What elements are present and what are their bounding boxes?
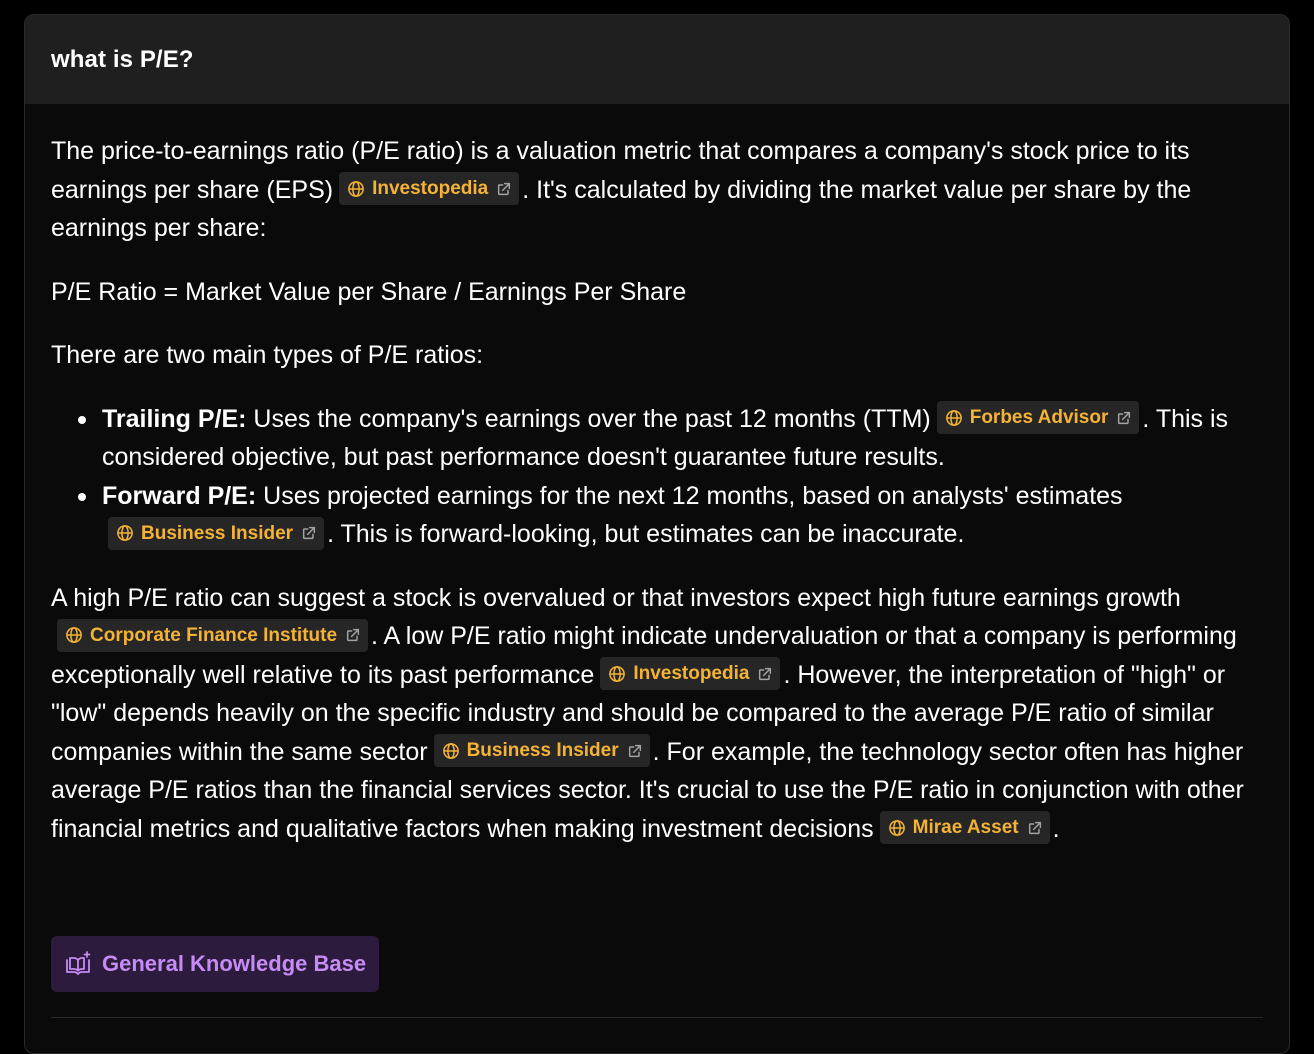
- citation-chip[interactable]: Corporate Finance Institute: [57, 618, 369, 652]
- list-item-term: Trailing P/E:: [102, 404, 247, 433]
- paragraph-text: A high P/E ratio can suggest a stock is …: [51, 583, 1181, 612]
- citation-chip[interactable]: Investopedia: [600, 657, 781, 691]
- list-item-trailing-pe: Trailing P/E: Uses the company's earning…: [78, 400, 1263, 477]
- globe-icon: [945, 410, 962, 426]
- globe-icon: [888, 820, 905, 836]
- citation-chip[interactable]: Mirae Asset: [879, 811, 1050, 845]
- citation-label: Corporate Finance Institute: [90, 624, 338, 646]
- knowledge-base-label: General Knowledge Base: [102, 951, 367, 976]
- paragraph-text: .: [1052, 814, 1060, 843]
- book-sparkle-icon: [66, 951, 91, 975]
- answer-card: what is P/E? The price-to-earnings ratio…: [24, 14, 1290, 1054]
- list-item-term: Forward P/E:: [102, 481, 257, 510]
- list-item-text: Uses the company's earnings over the pas…: [246, 404, 931, 433]
- external-link-icon: [1118, 411, 1131, 424]
- globe-icon: [117, 525, 133, 542]
- globe-icon: [348, 181, 364, 197]
- divider: [51, 1017, 1263, 1018]
- citation-chip[interactable]: Investopedia: [339, 172, 520, 206]
- globe-icon: [609, 666, 626, 682]
- citation-label: Business Insider: [141, 522, 294, 544]
- citation-chip[interactable]: Forbes Advisor: [936, 401, 1140, 435]
- types-intro: There are two main types of P/E ratios:: [51, 341, 484, 369]
- citation-chip[interactable]: Business Insider: [108, 516, 325, 550]
- globe-icon: [66, 627, 82, 644]
- citation-label: Forbes Advisor: [969, 407, 1109, 429]
- knowledge-base-button[interactable]: General Knowledge Base: [51, 936, 380, 992]
- citation-label: Investopedia: [372, 178, 489, 200]
- external-link-icon: [1028, 821, 1041, 834]
- pe-types-list: Trailing P/E: Uses the company's earning…: [51, 400, 1263, 554]
- answer-paragraph-interpretation: A high P/E ratio can suggest a stock is …: [51, 579, 1263, 849]
- list-item-forward-pe: Forward P/E: Uses projected earnings for…: [78, 477, 1263, 554]
- external-link-icon: [498, 182, 511, 195]
- external-link-icon: [628, 744, 641, 757]
- question-title: what is P/E?: [51, 45, 194, 73]
- external-link-icon: [759, 667, 772, 680]
- question-header: what is P/E?: [25, 15, 1289, 104]
- citation-label: Investopedia: [633, 663, 750, 685]
- list-item-text: Uses projected earnings for the next 12 …: [256, 481, 1123, 510]
- globe-icon: [442, 743, 459, 759]
- citation-label: Business Insider: [466, 740, 619, 762]
- formula-line: P/E Ratio = Market Value per Share / Ear…: [51, 277, 687, 306]
- external-link-icon: [346, 629, 360, 642]
- external-link-icon: [302, 527, 316, 540]
- citation-label: Mirae Asset: [912, 817, 1019, 839]
- answer-paragraph-definition: The price-to-earnings ratio (P/E ratio) …: [51, 132, 1263, 248]
- citation-chip[interactable]: Business Insider: [433, 734, 650, 768]
- list-item-text: . This is forward-looking, but estimates…: [327, 520, 965, 548]
- answer-body: The price-to-earnings ratio (P/E ratio) …: [25, 104, 1289, 848]
